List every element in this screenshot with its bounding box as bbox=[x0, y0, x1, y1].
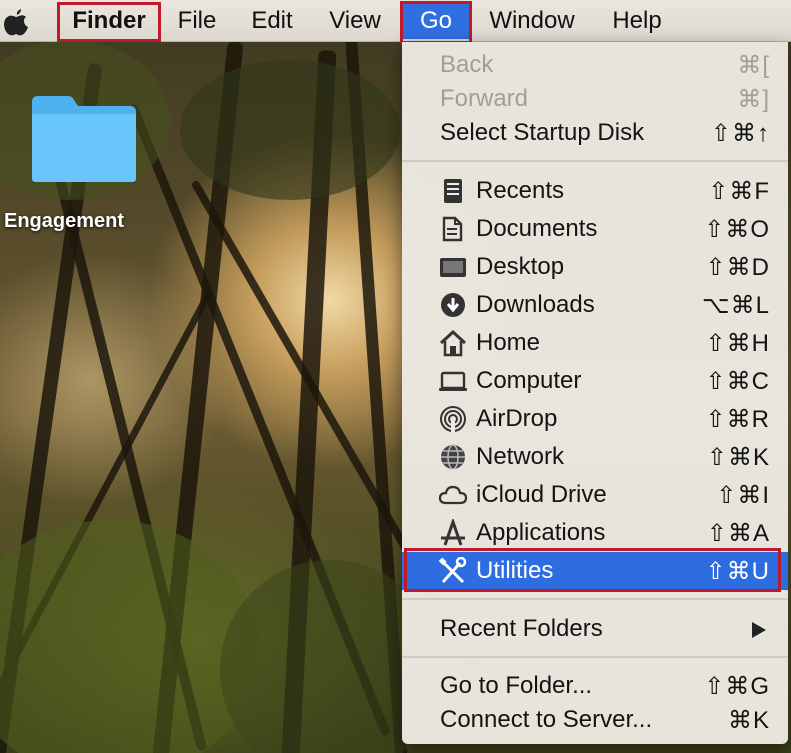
menu-item-label: Computer bbox=[476, 367, 582, 394]
applications-icon bbox=[441, 519, 465, 546]
go-annotation-box bbox=[400, 1, 472, 44]
menu-item-label: Select Startup Disk bbox=[440, 119, 645, 146]
menu-item-shortcut: ⇧⌘H bbox=[705, 329, 770, 357]
documents-icon bbox=[442, 216, 463, 242]
submenu-arrow-icon bbox=[752, 622, 766, 638]
recents-icon bbox=[444, 179, 462, 203]
menu-item-label: Applications bbox=[476, 519, 606, 546]
menu-item-shortcut: ⌘] bbox=[737, 85, 770, 113]
folder-label[interactable]: Engagement bbox=[4, 210, 164, 233]
menu-item-shortcut: ⇧⌘F bbox=[708, 177, 770, 205]
home-icon bbox=[439, 329, 467, 357]
icloud-icon bbox=[438, 485, 468, 505]
desktop-icon bbox=[440, 258, 466, 277]
menu-window[interactable]: Window bbox=[480, 3, 584, 39]
menu-item-documents[interactable]: Documents ⇧⌘O bbox=[402, 210, 788, 248]
menu-item-label: Network bbox=[476, 443, 565, 470]
menu-item-recent-folders[interactable]: Recent Folders bbox=[402, 610, 788, 648]
menu-item-icloud-drive[interactable]: iCloud Drive ⇧⌘I bbox=[402, 476, 788, 514]
apple-logo-icon[interactable] bbox=[3, 8, 29, 36]
menu-item-label: iCloud Drive bbox=[476, 481, 607, 508]
foliage bbox=[180, 60, 400, 200]
finder-annotation-box bbox=[57, 2, 161, 42]
airdrop-icon bbox=[440, 406, 466, 432]
menu-item-shortcut: ⇧⌘D bbox=[705, 253, 770, 281]
menu-item-desktop[interactable]: Desktop ⇧⌘D bbox=[402, 248, 788, 286]
menu-item-connect-to-server[interactable]: Connect to Server... ⌘K bbox=[402, 701, 788, 739]
menu-item-label: Back bbox=[440, 51, 494, 78]
network-icon bbox=[441, 444, 465, 470]
menu-help[interactable]: Help bbox=[604, 3, 670, 39]
menu-item-shortcut: ⇧⌘O bbox=[704, 215, 770, 243]
menu-item-shortcut: ⇧⌘I bbox=[716, 481, 770, 509]
menu-item-shortcut: ⇧⌘R bbox=[705, 405, 770, 433]
downloads-icon bbox=[441, 293, 465, 317]
menu-item-label: Documents bbox=[476, 215, 598, 242]
menu-item-applications[interactable]: Applications ⇧⌘A bbox=[402, 514, 788, 552]
menu-item-label: Recent Folders bbox=[440, 615, 603, 642]
menu-item-select-startup-disk[interactable]: Select Startup Disk ⇧⌘↑ bbox=[402, 114, 788, 152]
menu-item-back[interactable]: Back ⌘[ bbox=[402, 46, 788, 84]
menu-item-shortcut: ⌘K bbox=[727, 706, 770, 734]
menu-item-shortcut: ⌘[ bbox=[737, 51, 770, 79]
go-menu-dropdown: Back ⌘[ Forward ⌘] Select Startup Disk ⇧… bbox=[402, 42, 788, 744]
menu-item-shortcut: ⇧⌘↑ bbox=[710, 119, 770, 147]
menu-item-go-to-folder[interactable]: Go to Folder... ⇧⌘G bbox=[402, 667, 788, 705]
menu-item-shortcut: ⇧⌘K bbox=[706, 443, 770, 471]
utilities-annotation-box bbox=[404, 548, 781, 592]
menu-item-label: Forward bbox=[440, 85, 529, 112]
menu-item-network[interactable]: Network ⇧⌘K bbox=[402, 438, 788, 476]
menu-item-airdrop[interactable]: AirDrop ⇧⌘R bbox=[402, 400, 788, 438]
computer-icon bbox=[439, 371, 467, 391]
menu-view[interactable]: View bbox=[322, 3, 388, 39]
menu-item-downloads[interactable]: Downloads ⌥⌘L bbox=[402, 286, 788, 324]
menu-item-computer[interactable]: Computer ⇧⌘C bbox=[402, 362, 788, 400]
menu-item-label: AirDrop bbox=[476, 405, 558, 432]
menu-edit[interactable]: Edit bbox=[244, 3, 300, 39]
menu-item-shortcut: ⇧⌘G bbox=[704, 672, 770, 700]
menu-separator bbox=[402, 598, 788, 600]
menu-item-label: Home bbox=[476, 329, 541, 356]
menu-item-label: Go to Folder... bbox=[440, 672, 593, 699]
menu-item-label: Downloads bbox=[476, 291, 595, 318]
menu-item-shortcut: ⌥⌘L bbox=[701, 291, 770, 319]
foliage bbox=[0, 520, 260, 753]
menu-item-label: Recents bbox=[476, 177, 565, 204]
menu-item-label: Desktop bbox=[476, 253, 565, 280]
menu-item-home[interactable]: Home ⇧⌘H bbox=[402, 324, 788, 362]
menu-file[interactable]: File bbox=[170, 3, 224, 39]
folder-icon[interactable] bbox=[28, 94, 140, 184]
menu-separator bbox=[402, 160, 788, 162]
menu-item-shortcut: ⇧⌘A bbox=[706, 519, 770, 547]
menu-item-shortcut: ⇧⌘C bbox=[705, 367, 770, 395]
menu-item-forward[interactable]: Forward ⌘] bbox=[402, 80, 788, 118]
menu-item-recents[interactable]: Recents ⇧⌘F bbox=[402, 172, 788, 210]
menu-item-label: Connect to Server... bbox=[440, 706, 653, 733]
menu-separator bbox=[402, 656, 788, 658]
